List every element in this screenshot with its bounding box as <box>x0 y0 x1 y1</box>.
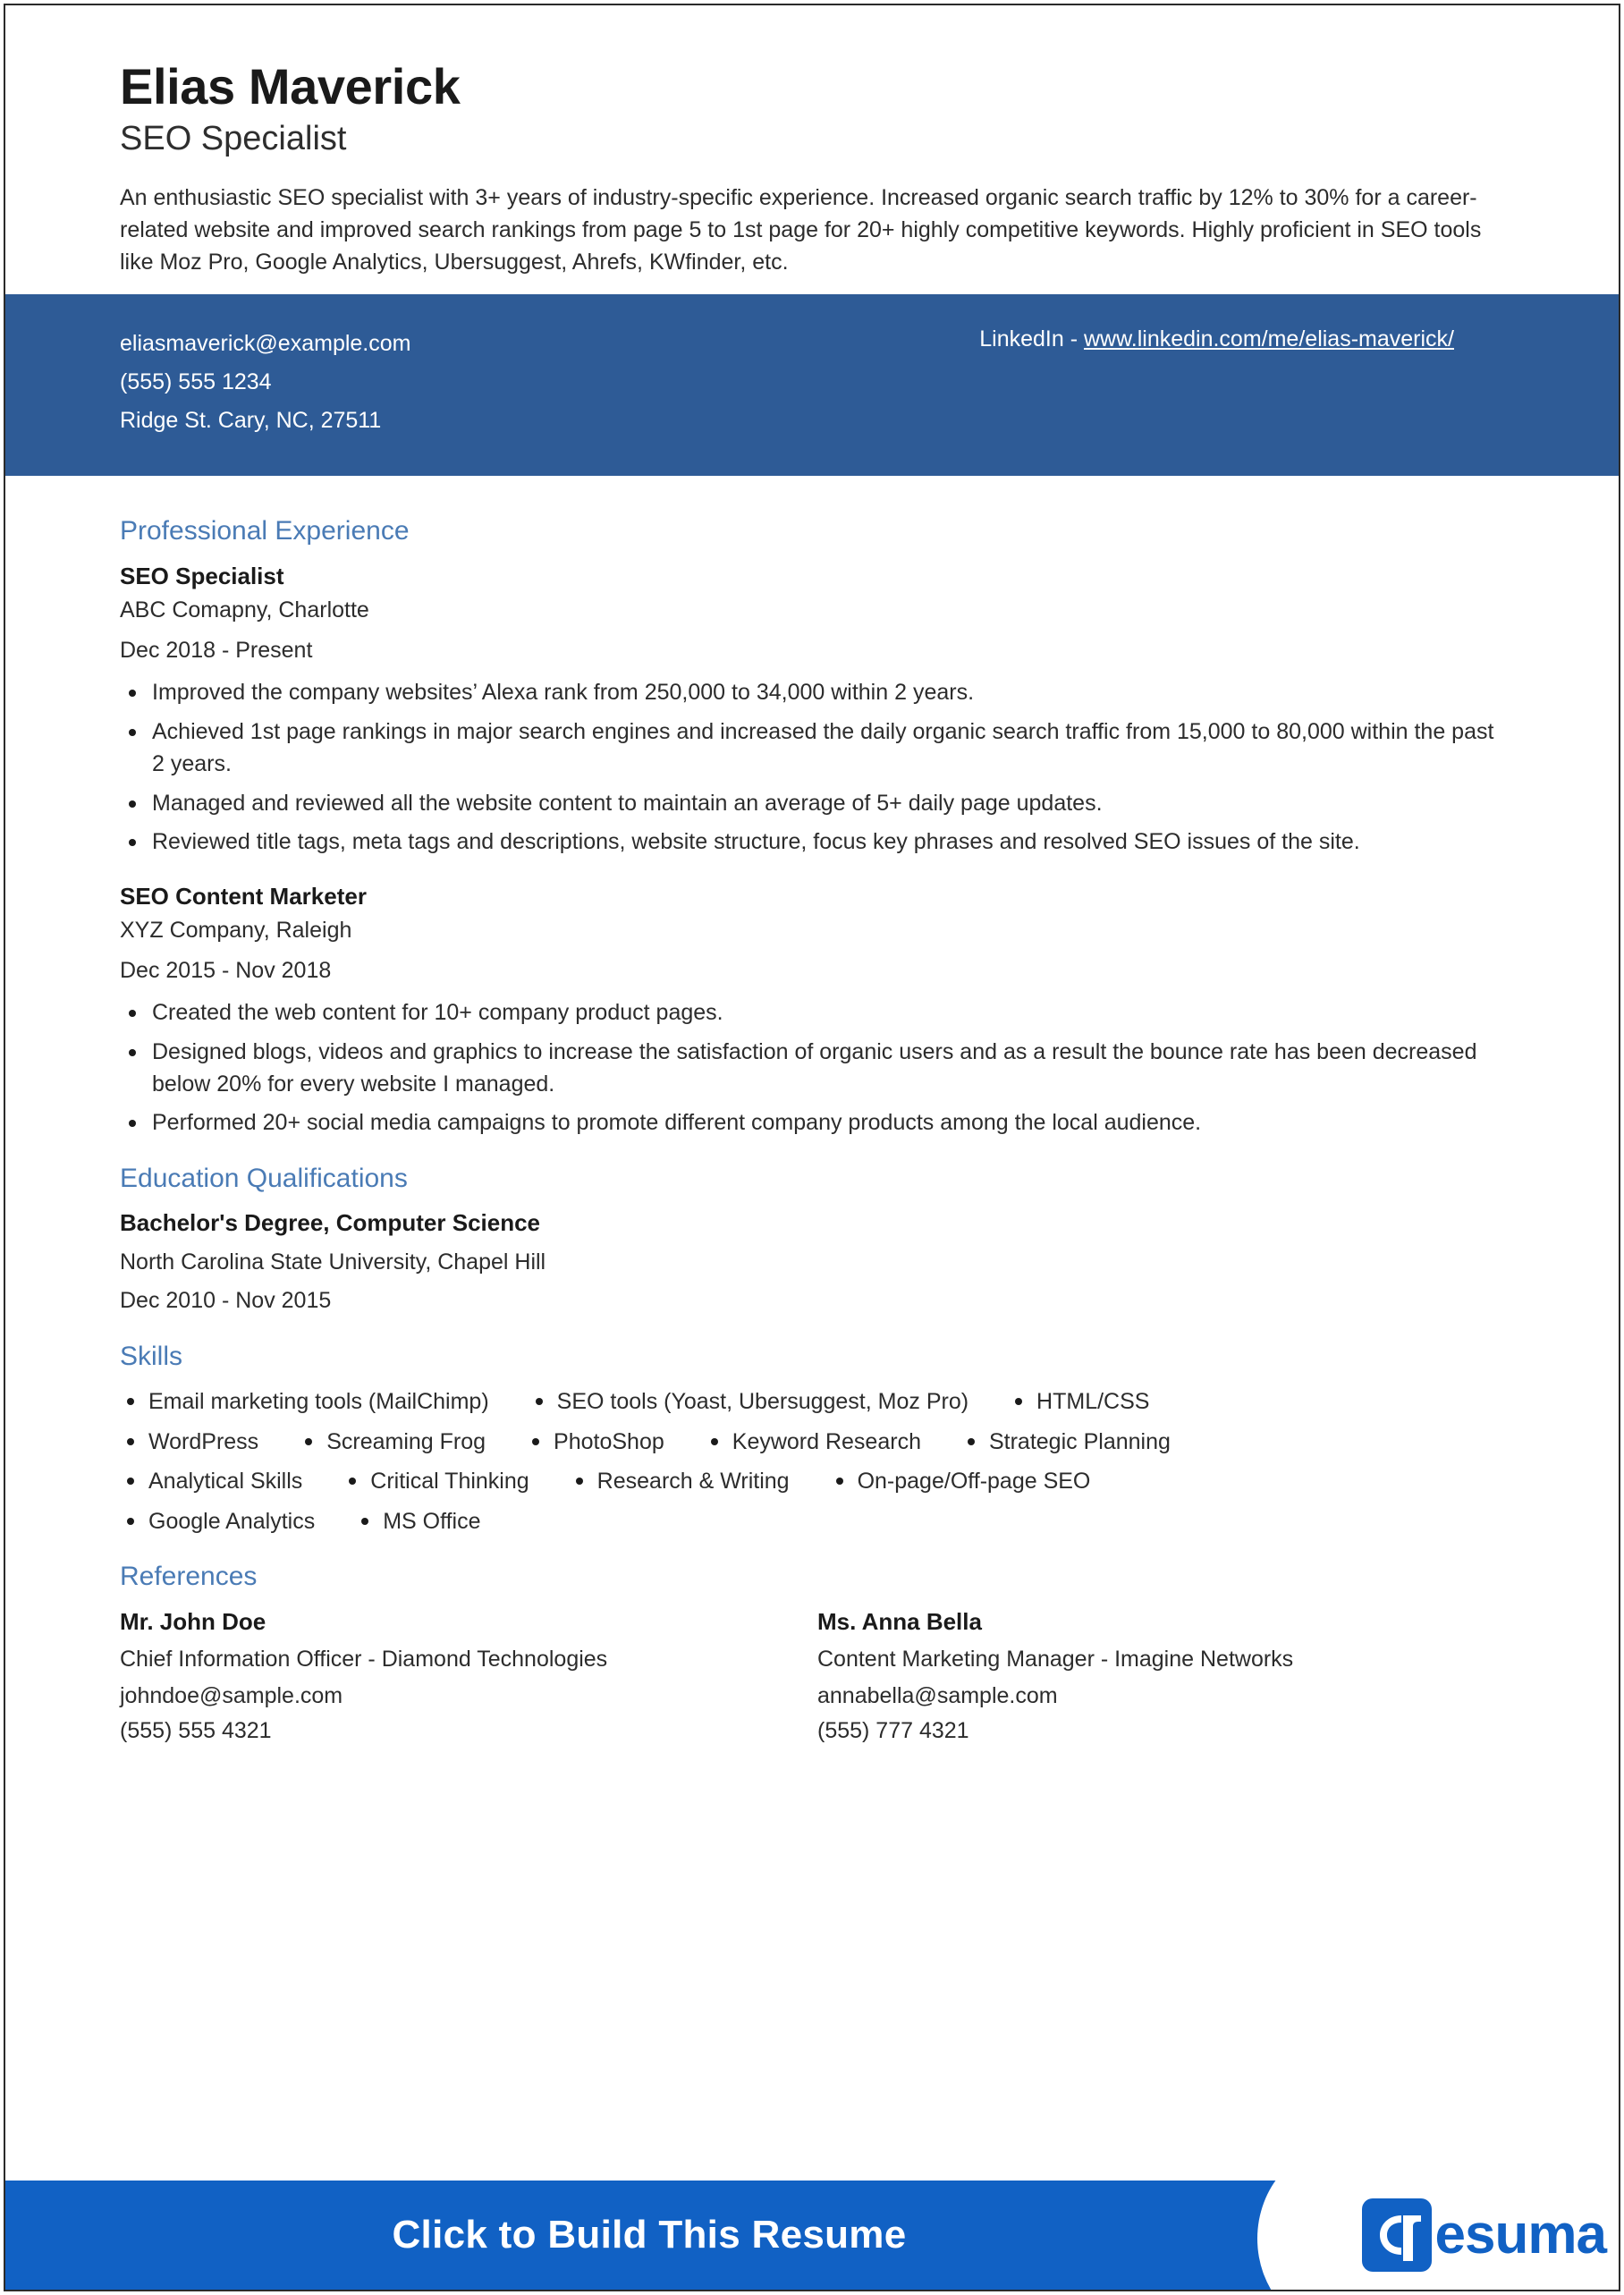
skills-row: Analytical Skills Critical Thinking Rese… <box>120 1467 1504 1496</box>
build-resume-button[interactable]: Click to Build This Resume <box>5 2181 1293 2290</box>
contact-bar: eliasmaverick@example.com (555) 555 1234… <box>5 294 1619 477</box>
reference-entry: Ms. Anna Bella Content Marketing Manager… <box>817 1607 1515 1745</box>
job-bullet: Designed blogs, videos and graphics to i… <box>120 1037 1504 1101</box>
job-bullet-list: Created the web content for 10+ company … <box>120 997 1504 1139</box>
reference-phone[interactable]: (555) 777 4321 <box>817 1717 1515 1745</box>
reference-phone[interactable]: (555) 555 4321 <box>120 1717 817 1745</box>
resume-document: Elias Maverick SEO Specialist An enthusi… <box>5 5 1619 1785</box>
experience-entry: SEO Content Marketer XYZ Company, Raleig… <box>120 882 1504 1139</box>
skill-item: Critical Thinking <box>342 1467 529 1496</box>
resume-body: Professional Experience SEO Specialist A… <box>5 476 1619 1784</box>
section-professional-experience: Professional Experience SEO Specialist A… <box>120 515 1504 1139</box>
skill-item: Research & Writing <box>569 1467 790 1496</box>
contact-details: eliasmaverick@example.com (555) 555 1234… <box>120 325 410 440</box>
resume-header: Elias Maverick SEO Specialist An enthusi… <box>5 5 1619 294</box>
reference-name: Ms. Anna Bella <box>817 1608 982 1636</box>
skills-list: Email marketing tools (MailChimp) SEO to… <box>120 1387 1504 1536</box>
reference-role: Content Marketing Manager - Imagine Netw… <box>817 1646 1294 1672</box>
skills-heading: Skills <box>120 1342 183 1372</box>
skill-item: Keyword Research <box>704 1427 921 1457</box>
reference-name: Mr. John Doe <box>120 1608 266 1636</box>
job-bullet: Reviewed title tags, meta tags and descr… <box>120 826 1504 859</box>
skill-item: MS Office <box>354 1507 481 1537</box>
references-heading: References <box>120 1562 258 1592</box>
job-dates: Dec 2018 - Present <box>120 638 313 664</box>
job-bullet: Achieved 1st page rankings in major sear… <box>120 716 1504 781</box>
skill-item: Screaming Frog <box>298 1427 486 1457</box>
linkedin-label: LinkedIn - <box>979 326 1084 352</box>
linkedin-url[interactable]: www.linkedin.com/me/elias-maverick/ <box>1084 326 1454 351</box>
job-title: SEO Content Marketer <box>120 883 367 910</box>
candidate-job-title: SEO Specialist <box>120 119 347 157</box>
contact-phone[interactable]: (555) 555 1234 <box>120 363 410 402</box>
job-bullet-list: Improved the company websites’ Alexa ran… <box>120 677 1504 859</box>
section-education: Education Qualifications Bachelor's Degr… <box>120 1163 1504 1314</box>
cta-banner: Click to Build This Resume esuma <box>5 2181 1619 2290</box>
linkedin-block: LinkedIn - www.linkedin.com/me/elias-mav… <box>979 325 1504 352</box>
skills-row: Google Analytics MS Office <box>120 1507 1504 1537</box>
references-grid: Mr. John Doe Chief Information Officer -… <box>120 1607 1504 1745</box>
skill-item: WordPress <box>120 1427 258 1457</box>
section-references: References Mr. John Doe Chief Informatio… <box>120 1561 1504 1745</box>
skill-item: HTML/CSS <box>1008 1387 1149 1417</box>
skill-item: Analytical Skills <box>120 1467 302 1496</box>
skill-item: Email marketing tools (MailChimp) <box>120 1387 489 1417</box>
job-bullet: Performed 20+ social media campaigns to … <box>120 1107 1504 1139</box>
job-bullet: Improved the company websites’ Alexa ran… <box>120 677 1504 709</box>
job-dates: Dec 2015 - Nov 2018 <box>120 957 332 983</box>
cresuma-logo[interactable]: esuma <box>1361 2181 1607 2290</box>
reference-entry: Mr. John Doe Chief Information Officer -… <box>120 1607 817 1745</box>
resume-page: Elias Maverick SEO Specialist An enthusi… <box>0 0 1624 2295</box>
contact-address: Ridge St. Cary, NC, 27511 <box>120 408 382 434</box>
job-organization: ABC Comapny, Charlotte <box>120 597 369 622</box>
skills-row: Email marketing tools (MailChimp) SEO to… <box>120 1387 1504 1417</box>
job-organization: XYZ Company, Raleigh <box>120 917 352 943</box>
skill-item: Google Analytics <box>120 1507 315 1537</box>
reference-role: Chief Information Officer - Diamond Tech… <box>120 1646 608 1672</box>
job-bullet: Created the web content for 10+ company … <box>120 997 1504 1029</box>
skills-row: WordPress Screaming Frog PhotoShop Keywo… <box>120 1427 1504 1457</box>
education-dates: Dec 2010 - Nov 2015 <box>120 1288 332 1314</box>
education-heading: Education Qualifications <box>120 1164 408 1194</box>
logo-wordmark: esuma <box>1434 2204 1607 2265</box>
section-skills: Skills Email marketing tools (MailChimp)… <box>120 1341 1504 1536</box>
skill-item: On-page/Off-page SEO <box>829 1467 1090 1496</box>
professional-summary: An enthusiastic SEO specialist with 3+ y… <box>120 184 1482 275</box>
education-entry: Bachelor's Degree, Computer Science Nort… <box>120 1209 1504 1314</box>
candidate-name: Elias Maverick <box>120 58 461 114</box>
job-bullet: Managed and reviewed all the website con… <box>120 788 1504 820</box>
skill-item: PhotoShop <box>525 1427 664 1457</box>
experience-heading: Professional Experience <box>120 516 410 546</box>
contact-email[interactable]: eliasmaverick@example.com <box>120 325 410 363</box>
job-title: SEO Specialist <box>120 563 284 590</box>
skill-item: Strategic Planning <box>960 1427 1171 1457</box>
education-degree: Bachelor's Degree, Computer Science <box>120 1209 541 1237</box>
cr-monogram-icon <box>1361 2198 1432 2272</box>
reference-email[interactable]: annabella@sample.com <box>817 1682 1515 1710</box>
education-school: North Carolina State University, Chapel … <box>120 1249 546 1275</box>
reference-email[interactable]: johndoe@sample.com <box>120 1682 817 1710</box>
experience-entry: SEO Specialist ABC Comapny, Charlotte De… <box>120 562 1504 859</box>
skill-item: SEO tools (Yoast, Ubersuggest, Moz Pro) <box>529 1387 968 1417</box>
